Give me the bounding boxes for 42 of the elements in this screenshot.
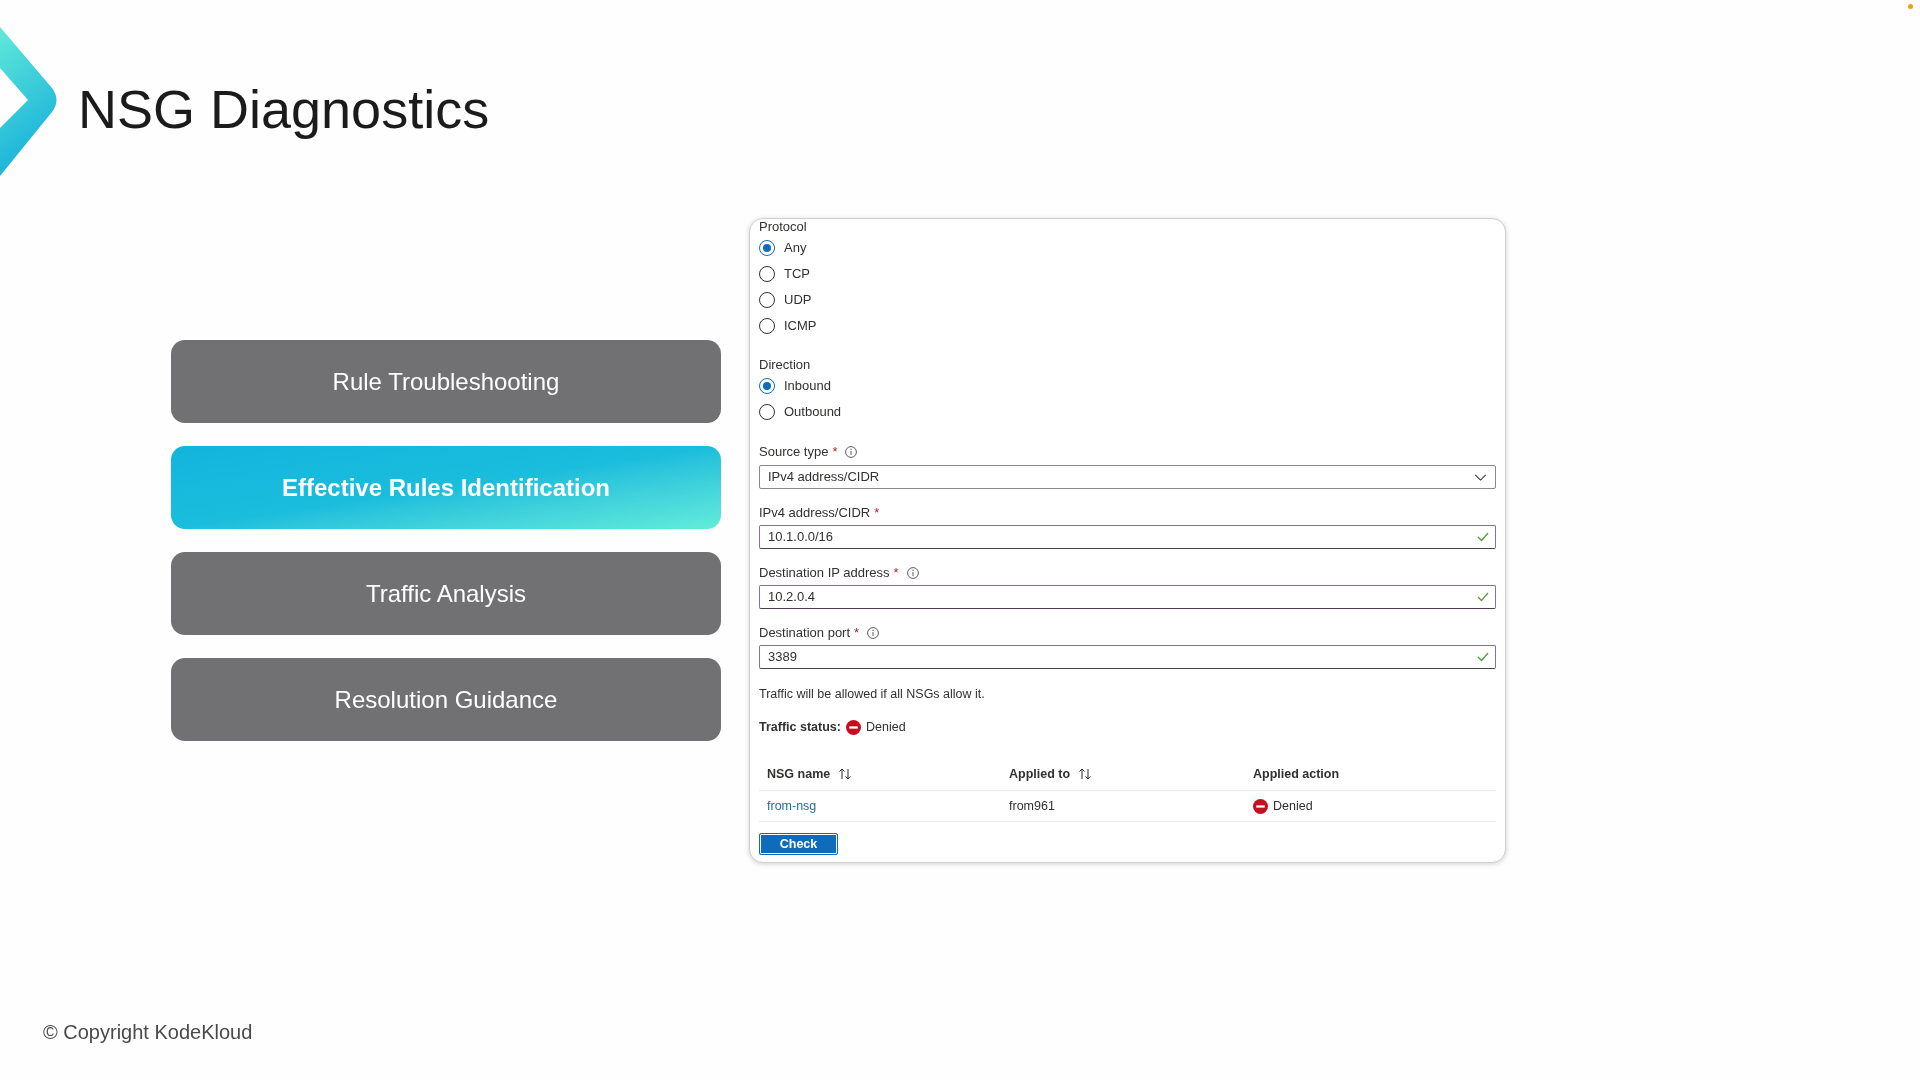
required-asterisk: * — [832, 444, 838, 460]
required-asterisk: * — [893, 565, 899, 581]
text-field[interactable]: 3389 — [759, 645, 1496, 669]
status-text: Denied — [865, 718, 906, 736]
info-icon[interactable] — [867, 627, 880, 639]
select-dropdown[interactable]: IPv4 address/CIDR — [759, 465, 1496, 489]
radio-label: Inbound — [784, 378, 831, 394]
status-label: Traffic status: — [759, 718, 841, 736]
text-field[interactable]: 10.1.0.0/16 — [759, 525, 1496, 549]
field-label: Destination IP address — [759, 565, 890, 581]
radio-label: UDP — [784, 292, 812, 308]
sort-icon[interactable] — [1078, 768, 1093, 780]
radio-label: Any — [784, 240, 807, 256]
topic-button[interactable]: Resolution Guidance — [171, 658, 721, 741]
radio-label: Outbound — [784, 404, 842, 420]
info-icon[interactable] — [845, 446, 858, 458]
field-label: Destination port — [759, 625, 851, 641]
topic-button[interactable]: Traffic Analysis — [171, 552, 721, 635]
column-header[interactable]: Applied to — [1009, 764, 1071, 784]
chevron-down-icon — [1474, 473, 1487, 481]
text-field[interactable]: 10.2.0.4 — [759, 585, 1496, 609]
sort-icon[interactable] — [838, 768, 853, 780]
group-label: Direction — [759, 357, 811, 373]
field-label: IPv4 address/CIDR — [759, 505, 871, 521]
field-label: Source type — [759, 444, 829, 460]
column-header[interactable]: NSG name — [767, 764, 831, 784]
note-text: Traffic will be allowed if all NSGs allow it. — [759, 686, 985, 702]
radio-label: ICMP — [784, 318, 817, 334]
nsg-link[interactable]: from-nsg — [767, 796, 817, 816]
group-label: Protocol — [759, 219, 807, 235]
denied-icon — [1253, 798, 1268, 814]
required-asterisk: * — [874, 505, 880, 521]
column-header: Applied action — [1253, 765, 1340, 783]
required-asterisk: * — [854, 625, 860, 641]
status-text: Denied — [1273, 797, 1313, 815]
check-button[interactable]: Check — [759, 833, 838, 855]
denied-icon — [845, 719, 861, 735]
info-icon[interactable] — [906, 567, 919, 579]
radio-label: TCP — [784, 266, 810, 282]
topic-button[interactable]: Rule Troubleshooting — [171, 340, 721, 423]
copyright-text: © Copyright KodeKloud — [43, 1020, 253, 1044]
table-cell-text: from961 — [1009, 797, 1055, 815]
